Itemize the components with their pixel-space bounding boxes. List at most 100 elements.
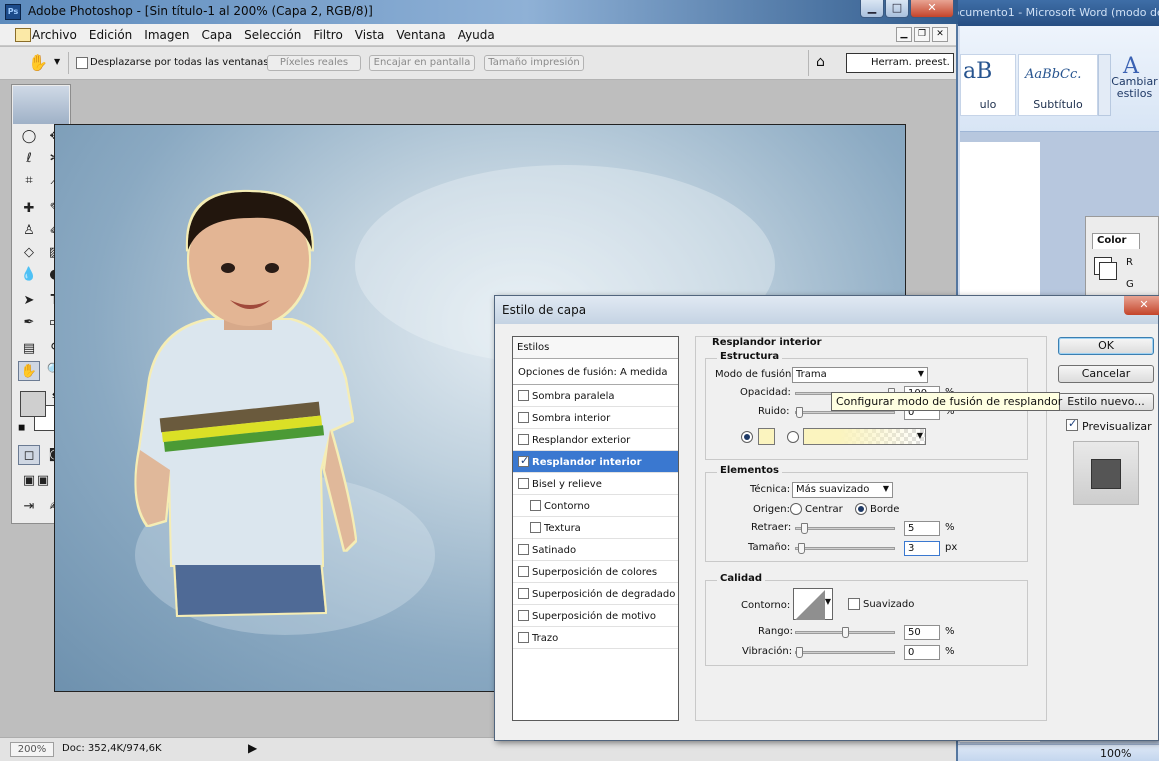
blur-tool-icon[interactable]: 💧 (18, 265, 40, 285)
gradient-radio[interactable] (787, 431, 799, 443)
source-center-radio[interactable] (790, 503, 802, 515)
actual-pixels-button[interactable]: Píxeles reales (267, 55, 361, 71)
style-item[interactable]: Trazo (513, 627, 678, 649)
style-item[interactable]: Satinado (513, 539, 678, 561)
style-item[interactable]: Superposición de colores (513, 561, 678, 583)
foreground-color-swatch[interactable] (20, 391, 46, 417)
menu-vista[interactable]: Vista (355, 28, 385, 42)
style-item-checkbox[interactable] (518, 454, 529, 467)
technique-select[interactable]: Más suavizado ▼ (792, 482, 893, 498)
style-item-checkbox[interactable] (518, 632, 529, 643)
style-item-checkbox[interactable] (518, 478, 529, 489)
menu-ventana[interactable]: Ventana (396, 28, 445, 42)
style-subtitle[interactable]: AaBbCc. Subtítulo (1018, 54, 1098, 116)
color-panel-tab[interactable]: Color (1092, 233, 1140, 249)
jitter-slider-thumb[interactable] (796, 647, 803, 658)
style-item[interactable]: Textura (513, 517, 678, 539)
glow-color-swatch[interactable] (758, 428, 775, 445)
menu-filtro[interactable]: Filtro (313, 28, 342, 42)
style-item[interactable]: Contorno (513, 495, 678, 517)
new-style-button[interactable]: Estilo nuevo... (1058, 393, 1154, 411)
menu-imagen[interactable]: Imagen (144, 28, 189, 42)
zoom-field[interactable]: 200% (10, 742, 54, 757)
blend-mode-select[interactable]: Trama ▼ (792, 367, 928, 383)
change-styles-button[interactable]: Cambiar estilos (1110, 76, 1159, 100)
jitter-input[interactable]: 0 (904, 645, 940, 660)
maximize-button[interactable]: □ (885, 0, 909, 18)
tool-presets-tab[interactable]: Herram. preest. (846, 53, 954, 73)
choke-input[interactable]: 5 (904, 521, 940, 536)
menu-capa[interactable]: Capa (201, 28, 232, 42)
hand-tool-icon[interactable]: ✋ (18, 361, 40, 381)
fit-screen-button[interactable]: Encajar en pantalla (369, 55, 475, 71)
style-item-checkbox[interactable] (518, 390, 529, 401)
lasso-tool-icon[interactable]: ℓ (18, 149, 40, 169)
menu-archivo[interactable]: Archivo (32, 28, 77, 42)
style-item-checkbox[interactable] (518, 588, 529, 599)
palette-well-icon[interactable]: ⌂ (816, 54, 825, 70)
size-slider[interactable] (795, 543, 895, 554)
menu-ayuda[interactable]: Ayuda (458, 28, 495, 42)
menu-seleccion[interactable]: Selección (244, 28, 301, 42)
doc-minimize-button[interactable]: ▁ (896, 27, 912, 42)
gradient-picker[interactable]: ▼ (803, 428, 926, 445)
menu-edicion[interactable]: Edición (89, 28, 132, 42)
word-zoom[interactable]: 100% (1100, 747, 1131, 760)
minimize-button[interactable]: ▁ (860, 0, 884, 18)
noise-slider[interactable] (795, 407, 895, 418)
imageready-jump-icon[interactable]: ⇥ (18, 497, 40, 517)
crop-tool-icon[interactable]: ⌗ (18, 171, 40, 191)
marquee-tool-icon[interactable]: ◯ (18, 127, 40, 147)
antialias-checkbox[interactable] (848, 598, 860, 611)
range-slider[interactable] (795, 627, 895, 638)
print-size-button[interactable]: Tamaño impresión (484, 55, 584, 71)
dialog-close-button[interactable]: ✕ (1124, 296, 1159, 315)
preview-checkbox[interactable] (1066, 417, 1078, 432)
contour-picker[interactable]: ▼ (793, 588, 833, 620)
style-item[interactable]: Bisel y relieve (513, 473, 678, 495)
choke-slider[interactable] (795, 523, 895, 534)
source-edge-radio[interactable] (855, 503, 867, 515)
style-item-checkbox[interactable] (518, 566, 529, 577)
noise-slider-thumb[interactable] (796, 407, 803, 418)
size-slider-thumb[interactable] (797, 543, 805, 554)
ok-button[interactable]: OK (1058, 337, 1154, 355)
default-colors-icon[interactable]: ◼ (18, 423, 25, 433)
style-item[interactable]: Superposición de motivo (513, 605, 678, 627)
clone-stamp-tool-icon[interactable]: ♙ (18, 221, 40, 241)
style-title[interactable]: aB ulo (960, 54, 1016, 116)
path-selection-tool-icon[interactable]: ➤ (18, 291, 40, 311)
healing-brush-tool-icon[interactable]: ✚ (18, 199, 40, 219)
scroll-all-checkbox[interactable] (76, 57, 88, 70)
range-slider-thumb[interactable] (842, 627, 849, 638)
style-item-checkbox[interactable] (518, 434, 529, 445)
style-item-checkbox[interactable] (530, 522, 541, 533)
status-menu-arrow-icon[interactable]: ▶ (248, 741, 257, 755)
style-item-checkbox[interactable] (530, 500, 541, 511)
choke-slider-thumb[interactable] (800, 523, 808, 534)
doc-restore-button[interactable]: ❐ (914, 27, 930, 42)
standard-mode-icon[interactable]: ◻ (18, 445, 40, 465)
close-button[interactable]: ✕ (910, 0, 954, 18)
eraser-tool-icon[interactable]: ◇ (18, 243, 40, 263)
size-input[interactable]: 3 (904, 541, 940, 556)
range-input[interactable]: 50 (904, 625, 940, 640)
style-item[interactable]: Sombra paralela (513, 385, 678, 407)
style-item[interactable]: Resplandor exterior (513, 429, 678, 451)
style-item[interactable]: Superposición de degradado (513, 583, 678, 605)
cancel-button[interactable]: Cancelar (1058, 365, 1154, 383)
style-item-checkbox[interactable] (518, 610, 529, 621)
blend-options-item[interactable]: Opciones de fusión: A medida (513, 359, 678, 385)
color-radio[interactable] (741, 431, 753, 443)
style-item-checkbox[interactable] (518, 412, 529, 423)
pen-tool-icon[interactable]: ✒ (18, 313, 40, 333)
doc-close-button[interactable]: ✕ (932, 27, 948, 42)
notes-tool-icon[interactable]: ▤ (18, 339, 40, 359)
tool-preset-chevron-down-icon[interactable]: ▼ (54, 57, 60, 66)
style-item-checkbox[interactable] (518, 544, 529, 555)
hand-tool-icon[interactable]: ✋ (28, 53, 48, 72)
style-item[interactable]: Sombra interior (513, 407, 678, 429)
styles-header[interactable]: Estilos (513, 337, 678, 359)
document-icon[interactable] (15, 28, 31, 42)
style-item[interactable]: Resplandor interior (513, 451, 678, 473)
